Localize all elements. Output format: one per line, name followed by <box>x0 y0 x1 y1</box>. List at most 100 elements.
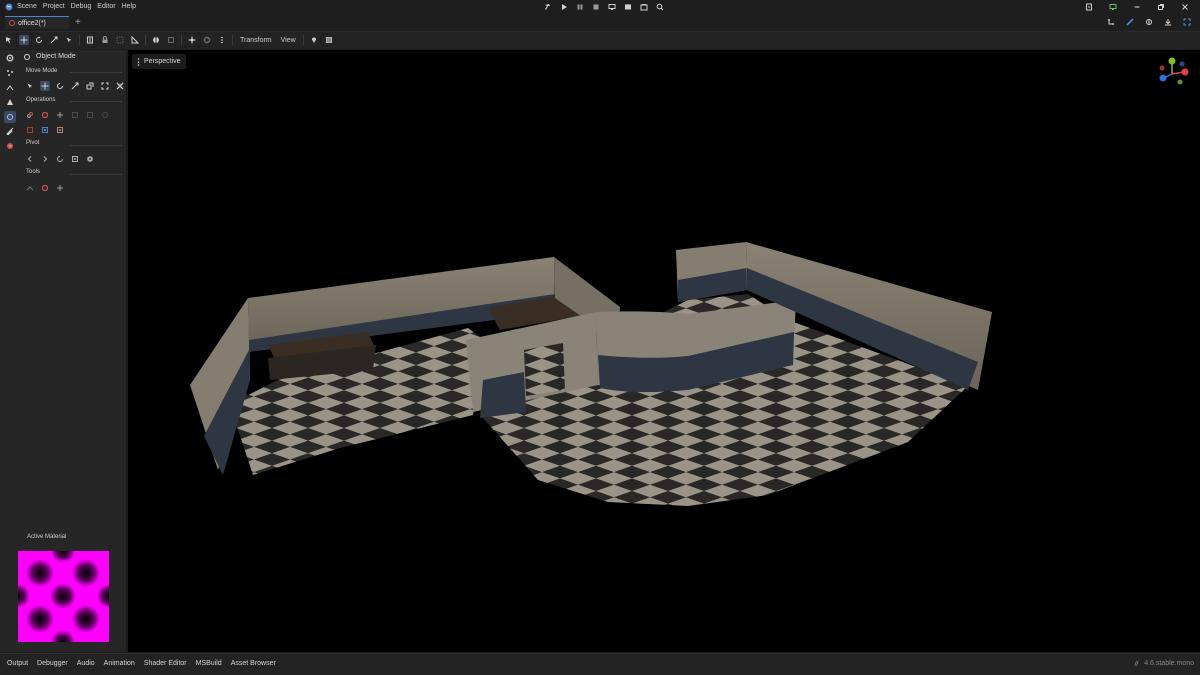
move-tool-icon[interactable] <box>40 81 50 91</box>
perspective-more-icon <box>137 57 140 66</box>
pivot-icon[interactable] <box>187 35 197 45</box>
group-icon[interactable] <box>115 35 125 45</box>
scene-render <box>190 242 992 506</box>
object-mode-header[interactable]: Object Mode <box>24 53 76 60</box>
move-mode-icon[interactable] <box>19 35 29 45</box>
operations-tools-row1 <box>25 110 110 120</box>
scene-tab[interactable]: office2(*) <box>5 16 69 29</box>
3d-viewport[interactable]: Perspective <box>128 50 1200 652</box>
edge-icon[interactable] <box>5 83 15 93</box>
viewport-toolbar: Transform View <box>0 31 1200 49</box>
select-mode-icon[interactable] <box>4 35 14 45</box>
fullscreen-icon[interactable] <box>1182 17 1192 27</box>
hammer-icon[interactable] <box>543 2 553 12</box>
ruler-icon[interactable] <box>130 35 140 45</box>
pivot-world-icon[interactable] <box>85 154 95 164</box>
grid-icon[interactable] <box>324 35 334 45</box>
chevron-left-icon[interactable] <box>25 154 35 164</box>
active-material-preview[interactable] <box>18 551 109 642</box>
pivot-label: Pivot <box>26 140 40 146</box>
monitor-icon[interactable] <box>1108 2 1118 12</box>
link-op-icon[interactable] <box>25 110 35 120</box>
rotate-tool-icon[interactable] <box>55 81 65 91</box>
add-tab-button[interactable]: + <box>75 17 81 28</box>
search-icon[interactable] <box>655 2 665 12</box>
tab-output[interactable]: Output <box>7 660 28 667</box>
pivot-center-icon[interactable] <box>70 154 80 164</box>
tab-debugger[interactable]: Debugger <box>37 660 68 667</box>
scene-tab-bar: office2(*) + <box>0 15 1200 30</box>
tab-asset-browser[interactable]: Asset Browser <box>231 660 276 667</box>
expand-tool-icon[interactable] <box>100 81 110 91</box>
perspective-menu[interactable]: Perspective <box>132 54 186 69</box>
list-icon[interactable] <box>85 35 95 45</box>
paint-icon[interactable] <box>5 126 15 136</box>
menu-editor[interactable]: Editor <box>97 3 115 10</box>
tab-audio[interactable]: Audio <box>77 660 95 667</box>
intersect-op-icon[interactable] <box>85 110 95 120</box>
branch-icon[interactable] <box>1106 17 1116 27</box>
node-icon[interactable] <box>1144 17 1154 27</box>
update-icon[interactable] <box>1084 2 1094 12</box>
cut-tool-icon[interactable] <box>115 81 125 91</box>
menu-scene[interactable]: Scene <box>17 3 37 10</box>
menu-project[interactable]: Project <box>43 3 65 10</box>
face-icon[interactable] <box>5 97 15 107</box>
movie-icon[interactable] <box>623 2 633 12</box>
measure-tool-icon[interactable] <box>25 183 35 193</box>
scale-tool-icon[interactable] <box>70 81 80 91</box>
move-mode-label: Move Mode <box>26 68 58 74</box>
minimize-icon[interactable] <box>1132 2 1142 12</box>
pivot-rotate-icon[interactable] <box>55 154 65 164</box>
gear-icon[interactable] <box>202 35 212 45</box>
restore-icon[interactable] <box>1156 2 1166 12</box>
clip-op-icon[interactable] <box>25 125 35 135</box>
cube-settings-icon[interactable] <box>5 53 15 63</box>
view-menu[interactable]: View <box>279 37 298 44</box>
more-icon[interactable] <box>217 35 227 45</box>
tools-label: Tools <box>26 169 41 175</box>
chevron-right-icon[interactable] <box>40 154 50 164</box>
texture-icon[interactable] <box>5 141 15 151</box>
menu-help[interactable]: Help <box>122 3 136 10</box>
location-icon[interactable] <box>309 35 319 45</box>
version-label[interactable]: 4.6.stable.mono <box>1144 660 1194 667</box>
scene-tab-icon <box>9 20 15 26</box>
copy-op-icon[interactable] <box>40 125 50 135</box>
tab-msbuild[interactable]: MSBuild <box>196 660 222 667</box>
lock-icon[interactable] <box>100 35 110 45</box>
layout-icon[interactable] <box>639 2 649 12</box>
close-icon[interactable] <box>1180 2 1190 12</box>
snap-icon[interactable] <box>1125 17 1135 27</box>
transform-menu[interactable]: Transform <box>238 37 274 44</box>
pause-icon[interactable] <box>575 2 585 12</box>
tab-shader-editor[interactable]: Shader Editor <box>144 660 187 667</box>
pivot-tools <box>25 154 95 164</box>
extrude-tool-icon[interactable] <box>85 81 95 91</box>
menu-debug[interactable]: Debug <box>71 3 92 10</box>
object-mode-icon[interactable] <box>4 111 16 123</box>
paste-op-icon[interactable] <box>55 125 65 135</box>
download-icon[interactable] <box>1163 17 1173 27</box>
rotate-mode-icon[interactable] <box>34 35 44 45</box>
merge-op-icon[interactable] <box>100 110 110 120</box>
subtract-op-icon[interactable] <box>70 110 80 120</box>
tab-animation[interactable]: Animation <box>104 660 135 667</box>
pointer-icon[interactable] <box>64 35 74 45</box>
remote-debug-icon[interactable] <box>607 2 617 12</box>
local-space-icon[interactable] <box>166 35 176 45</box>
pointer-tool-icon[interactable] <box>25 81 35 91</box>
add-op-icon[interactable] <box>55 110 65 120</box>
union-op-icon[interactable] <box>40 110 50 120</box>
add-tool-icon[interactable] <box>55 183 65 193</box>
app-logo-icon <box>5 3 13 11</box>
material-tool-icon[interactable] <box>40 183 50 193</box>
stop-icon[interactable] <box>591 2 601 12</box>
scale-mode-icon[interactable] <box>49 35 59 45</box>
active-material-label: Active Material <box>27 534 67 540</box>
vertex-icon[interactable] <box>5 68 15 78</box>
doorway <box>524 343 565 396</box>
play-icon[interactable] <box>559 2 569 12</box>
orientation-gizmo[interactable] <box>1154 54 1194 94</box>
snap-grid-icon[interactable] <box>151 35 161 45</box>
